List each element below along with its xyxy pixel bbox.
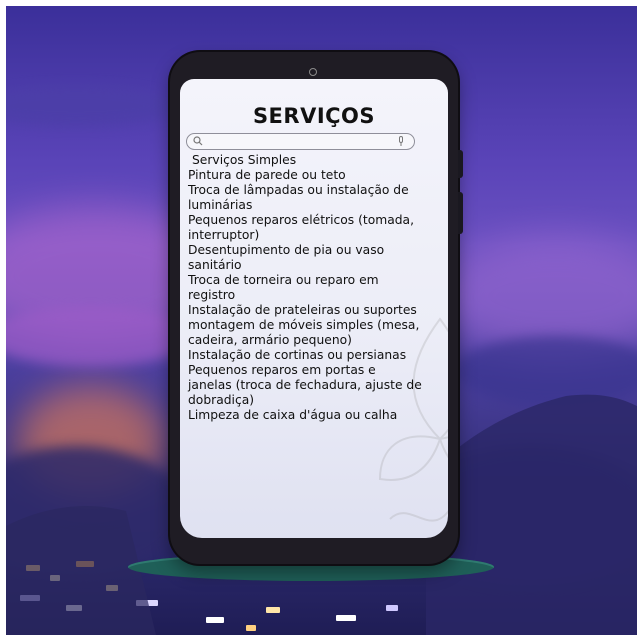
list-item: interruptor): [188, 228, 260, 242]
list-item: Pintura de parede ou teto: [188, 168, 346, 182]
list-item: janelas (troca de fechadura, ajuste de: [188, 378, 422, 392]
list-item: luminárias: [188, 198, 253, 212]
mic-icon[interactable]: [397, 136, 405, 147]
volume-button: [458, 150, 463, 178]
page-title: SERVIÇOS: [252, 104, 376, 128]
power-button: [458, 192, 463, 234]
list-item: Limpeza de caixa d'água ou calha: [188, 408, 398, 422]
phone-frame: SERVIÇOS Serviços Simples Pintura de par…: [170, 52, 463, 564]
list-item: sanitário: [188, 258, 242, 272]
list-item: registro: [188, 288, 236, 302]
services-list: Serviços Simples Pintura de parede ou te…: [188, 153, 444, 423]
list-item: Troca de torneira ou reparo em: [188, 273, 379, 287]
list-item: dobradiça): [188, 393, 255, 407]
list-item: Pequenos reparos em portas e: [188, 363, 376, 377]
camera-icon: [309, 68, 317, 76]
search-icon: [193, 136, 203, 146]
list-item: cadeira, armário pequeno): [188, 333, 352, 347]
list-item: Desentupimento de pia ou vaso: [188, 243, 385, 257]
list-item: Instalação de prateleiras ou suportes: [188, 303, 417, 317]
list-item: montagem de móveis simples (mesa,: [188, 318, 420, 332]
list-item: Instalação de cortinas ou persianas: [188, 348, 407, 362]
category-heading: Serviços Simples: [192, 153, 297, 167]
list-item: Troca de lâmpadas ou instalação de: [188, 183, 409, 197]
list-item: Pequenos reparos elétricos (tomada,: [188, 213, 415, 227]
search-input[interactable]: [186, 133, 415, 150]
phone-screen: SERVIÇOS Serviços Simples Pintura de par…: [180, 79, 448, 538]
